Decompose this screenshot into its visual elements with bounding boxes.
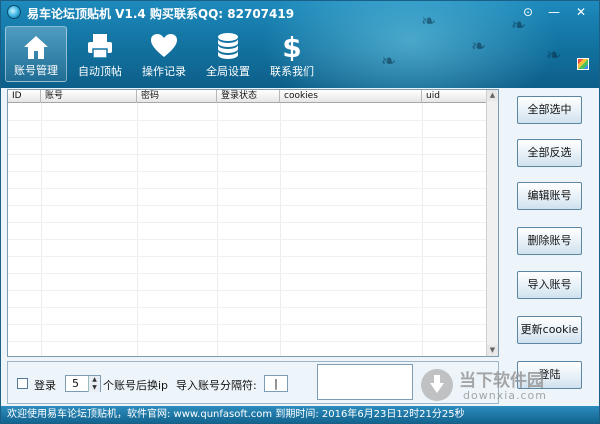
- edit-account-button[interactable]: 编辑账号: [517, 182, 582, 210]
- watermark-url: downxia.com: [463, 389, 547, 402]
- nav-operation-log[interactable]: 操作记录: [133, 26, 195, 82]
- row-divider: [8, 171, 488, 172]
- change-ip-count-stepper[interactable]: 5 ▲ ▼: [65, 375, 101, 392]
- separator-label: 导入账号分隔符:: [176, 379, 257, 392]
- row-divider: [8, 137, 488, 138]
- row-divider: [8, 154, 488, 155]
- nav-account-management[interactable]: 账号管理: [5, 26, 67, 82]
- fish-decoration: ❧: [471, 36, 487, 57]
- stepper-up-icon[interactable]: ▲: [88, 376, 100, 384]
- close-button[interactable]: ✕: [569, 4, 593, 20]
- nav-label: 自动顶帖: [78, 65, 122, 78]
- column-header-id[interactable]: ID: [8, 90, 41, 103]
- home-icon: [24, 36, 48, 59]
- row-divider: [8, 188, 488, 189]
- table-scrollbar[interactable]: ▲ ▼: [486, 90, 498, 356]
- column-divider: [422, 103, 423, 356]
- column-header-login-status[interactable]: 登录状态: [217, 90, 280, 103]
- login-label: 登录: [34, 379, 56, 392]
- nav-auto-bump[interactable]: 自动顶帖: [69, 26, 131, 82]
- column-header-account[interactable]: 账号: [41, 90, 137, 103]
- header-banner: ❧ ❧ ❧ ❧ ❧ 易车论坛顶贴机 V1.4 购买联系QQ: 82707419 …: [1, 1, 599, 88]
- color-skin-icon[interactable]: [577, 58, 589, 70]
- row-divider: [8, 273, 488, 274]
- svg-text:$: $: [282, 31, 301, 61]
- column-divider: [137, 103, 138, 356]
- status-bar: 欢迎使用易车论坛顶贴机，软件官网: www.qunfasoft.com 到期时间…: [1, 406, 599, 423]
- table-header: ID 账号 密码 登录状态 cookies uid: [8, 90, 498, 103]
- nav-label: 全局设置: [206, 65, 250, 78]
- app-window: ❧ ❧ ❧ ❧ ❧ 易车论坛顶贴机 V1.4 购买联系QQ: 82707419 …: [0, 0, 600, 424]
- printer-icon: [88, 34, 112, 59]
- watermark: 当下软件园 downxia.com: [421, 365, 591, 407]
- row-divider: [8, 256, 488, 257]
- import-account-button[interactable]: 导入账号: [517, 271, 582, 299]
- down-arrow-icon: [430, 375, 444, 393]
- delete-account-button[interactable]: 删除账号: [517, 227, 582, 255]
- column-header-password[interactable]: 密码: [137, 90, 217, 103]
- select-all-button[interactable]: 全部选中: [517, 96, 582, 124]
- invert-selection-button[interactable]: 全部反选: [517, 139, 582, 167]
- row-divider: [8, 324, 488, 325]
- row-divider: [8, 290, 488, 291]
- nav-contact-us[interactable]: $ 联系我们: [261, 26, 323, 82]
- dollar-icon: $: [282, 31, 301, 61]
- row-divider: [8, 307, 488, 308]
- info-box: [317, 364, 413, 400]
- row-divider: [8, 205, 488, 206]
- update-cookie-button[interactable]: 更新cookie: [517, 316, 582, 344]
- nav-label: 联系我们: [270, 65, 314, 78]
- main-nav: 账号管理 自动顶帖 操作记录 全局设置 $ 联系我们: [5, 26, 323, 84]
- stepper-down-icon[interactable]: ▼: [88, 384, 100, 392]
- title-bar[interactable]: 易车论坛顶贴机 V1.4 购买联系QQ: 82707419 ⊙ — ✕: [1, 1, 599, 23]
- column-header-uid[interactable]: uid: [422, 90, 488, 103]
- nav-global-settings[interactable]: 全局设置: [197, 26, 259, 82]
- row-divider: [8, 222, 488, 223]
- scroll-up-icon[interactable]: ▲: [487, 90, 498, 101]
- nav-label: 操作记录: [142, 65, 186, 78]
- fish-decoration: ❧: [381, 51, 397, 72]
- nav-label: 账号管理: [14, 64, 58, 77]
- column-divider: [217, 103, 218, 356]
- minimize-button[interactable]: —: [543, 4, 565, 20]
- login-checkbox[interactable]: [17, 378, 28, 389]
- app-logo-icon: [7, 5, 21, 19]
- row-divider: [8, 239, 488, 240]
- skin-button[interactable]: ⊙: [517, 4, 539, 20]
- separator-input[interactable]: |: [264, 375, 288, 392]
- heart-icon: [151, 34, 177, 57]
- column-header-cookies[interactable]: cookies: [280, 90, 422, 103]
- database-icon: [218, 33, 238, 59]
- row-divider: [8, 120, 488, 121]
- account-table[interactable]: ID 账号 密码 登录状态 cookies uid ▲ ▼: [7, 89, 499, 357]
- watermark-title: 当下软件园: [459, 371, 544, 391]
- window-title: 易车论坛顶贴机 V1.4 购买联系QQ: 82707419: [27, 7, 295, 21]
- window-controls: ⊙ — ✕: [517, 4, 593, 20]
- column-divider: [280, 103, 281, 356]
- change-ip-count-value[interactable]: 5: [72, 377, 79, 390]
- column-divider: [41, 103, 42, 356]
- change-ip-label: 个账号后换ip: [103, 379, 169, 392]
- fish-decoration: ❧: [546, 45, 562, 66]
- row-divider: [8, 341, 488, 342]
- scroll-down-icon[interactable]: ▼: [487, 345, 498, 356]
